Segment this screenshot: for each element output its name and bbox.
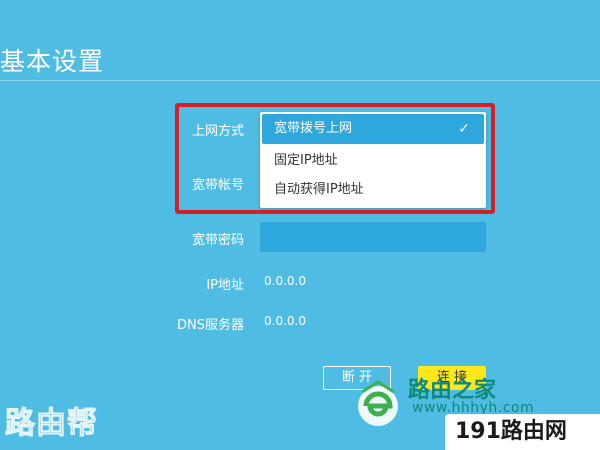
option-dhcp[interactable]: 自动获得IP地址: [262, 175, 484, 205]
watermark-badge: 191路由网: [445, 414, 600, 450]
dns-value: 0.0.0.0: [264, 314, 306, 328]
option-label: 宽带拨号上网: [274, 121, 353, 136]
dns-label: DNS服务器: [177, 318, 244, 333]
watermark-logo-icon: [358, 380, 398, 426]
check-icon: ✓: [458, 121, 470, 137]
password-input[interactable]: [260, 222, 486, 252]
option-pppoe[interactable]: 宽带拨号上网 ✓: [262, 114, 484, 144]
connection-type-dropdown[interactable]: 宽带拨号上网 ✓ 固定IP地址 自动获得IP地址: [260, 112, 486, 208]
page-title: 基本设置: [0, 47, 105, 76]
ip-label: IP地址: [206, 278, 244, 293]
title-divider: [0, 80, 600, 81]
password-label: 宽带密码: [191, 233, 244, 248]
ip-value: 0.0.0.0: [264, 274, 306, 288]
watermark-left: 路由帮: [5, 406, 98, 442]
option-static-ip[interactable]: 固定IP地址: [262, 146, 484, 176]
